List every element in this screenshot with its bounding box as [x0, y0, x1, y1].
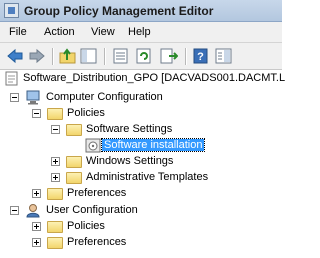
menu-file[interactable]: File: [9, 26, 27, 38]
tree-node-user-configuration[interactable]: User Configuration: [0, 203, 282, 219]
expand-toggle-icon[interactable]: [32, 238, 41, 247]
tree-node-user-preferences[interactable]: Preferences: [0, 235, 282, 251]
tree-node-software-installation[interactable]: Software installation: [0, 138, 282, 154]
collapse-toggle-icon[interactable]: [10, 206, 19, 215]
tree-node-administrative-templates[interactable]: Administrative Templates: [0, 170, 282, 186]
software-installation-icon: [85, 138, 101, 153]
show-hide-tree-icon[interactable]: [80, 48, 98, 64]
gpo-editor-app-icon: [4, 3, 19, 18]
tree-label-administrative-templates: Administrative Templates: [86, 171, 209, 183]
tree-node-computer-configuration[interactable]: Computer Configuration: [0, 90, 282, 106]
toolbar-separator: [104, 48, 106, 65]
expand-toggle-icon[interactable]: [51, 173, 60, 182]
action-pane-icon[interactable]: [215, 48, 233, 64]
tree-label-computer-configuration: Computer Configuration: [46, 91, 163, 103]
gpo-document-icon: [4, 71, 20, 86]
toolbar-separator: [185, 48, 187, 65]
user-icon: [25, 203, 41, 218]
svg-text:?: ?: [197, 51, 204, 63]
up-folder-icon[interactable]: [59, 48, 77, 64]
collapse-toggle-icon[interactable]: [10, 93, 19, 102]
menu-bar: File Action View Help: [0, 22, 282, 43]
folder-icon: [47, 237, 63, 249]
folder-icon: [47, 188, 63, 200]
properties-icon[interactable]: [112, 48, 130, 64]
folder-icon: [47, 108, 63, 120]
tree-label-windows-settings: Windows Settings: [86, 155, 174, 167]
collapse-toggle-icon[interactable]: [32, 109, 41, 118]
folder-icon: [66, 124, 82, 136]
window-title: Group Policy Management Editor: [24, 4, 214, 18]
folder-icon: [47, 221, 63, 233]
folder-icon: [66, 156, 82, 168]
policy-tree: Software_Distribution_GPO [DACVADS001.DA…: [0, 70, 286, 258]
menu-help[interactable]: Help: [128, 26, 151, 38]
tree-label-software-installation: Software installation: [100, 138, 206, 152]
tree-label-user-policies: Policies: [67, 220, 105, 232]
tree-node-software-settings[interactable]: Software Settings: [0, 122, 282, 138]
menu-action[interactable]: Action: [44, 26, 75, 38]
expand-toggle-icon[interactable]: [32, 189, 41, 198]
toolbar-separator: [52, 48, 54, 65]
toolbar: ?: [0, 43, 282, 70]
menu-view[interactable]: View: [91, 26, 115, 38]
tree-node-computer-policies[interactable]: Policies: [0, 106, 282, 122]
folder-icon: [66, 172, 82, 184]
tree-node-root-gpo[interactable]: Software_Distribution_GPO [DACVADS001.DA…: [0, 71, 286, 87]
tree-label-software-settings: Software Settings: [86, 123, 173, 135]
forward-arrow-icon[interactable]: [28, 48, 46, 64]
tree-node-user-policies[interactable]: Policies: [0, 219, 282, 235]
tree-label-policies: Policies: [67, 107, 105, 119]
expand-toggle-icon[interactable]: [32, 222, 41, 231]
tree-label-root: Software_Distribution_GPO [DACVADS001.DA…: [23, 72, 286, 84]
export-list-icon[interactable]: [160, 48, 179, 64]
refresh-icon[interactable]: [135, 48, 153, 64]
tree-label-user-configuration: User Configuration: [46, 204, 138, 216]
expand-toggle-icon[interactable]: [51, 157, 60, 166]
collapse-toggle-icon[interactable]: [51, 125, 60, 134]
tree-node-computer-preferences[interactable]: Preferences: [0, 186, 282, 202]
computer-icon: [25, 90, 41, 105]
title-bar: Group Policy Management Editor: [0, 0, 282, 22]
tree-label-preferences: Preferences: [67, 187, 127, 199]
tree-node-windows-settings[interactable]: Windows Settings: [0, 154, 282, 170]
back-arrow-icon[interactable]: [6, 48, 24, 64]
help-icon[interactable]: ?: [192, 48, 210, 64]
tree-label-user-preferences: Preferences: [67, 236, 127, 248]
